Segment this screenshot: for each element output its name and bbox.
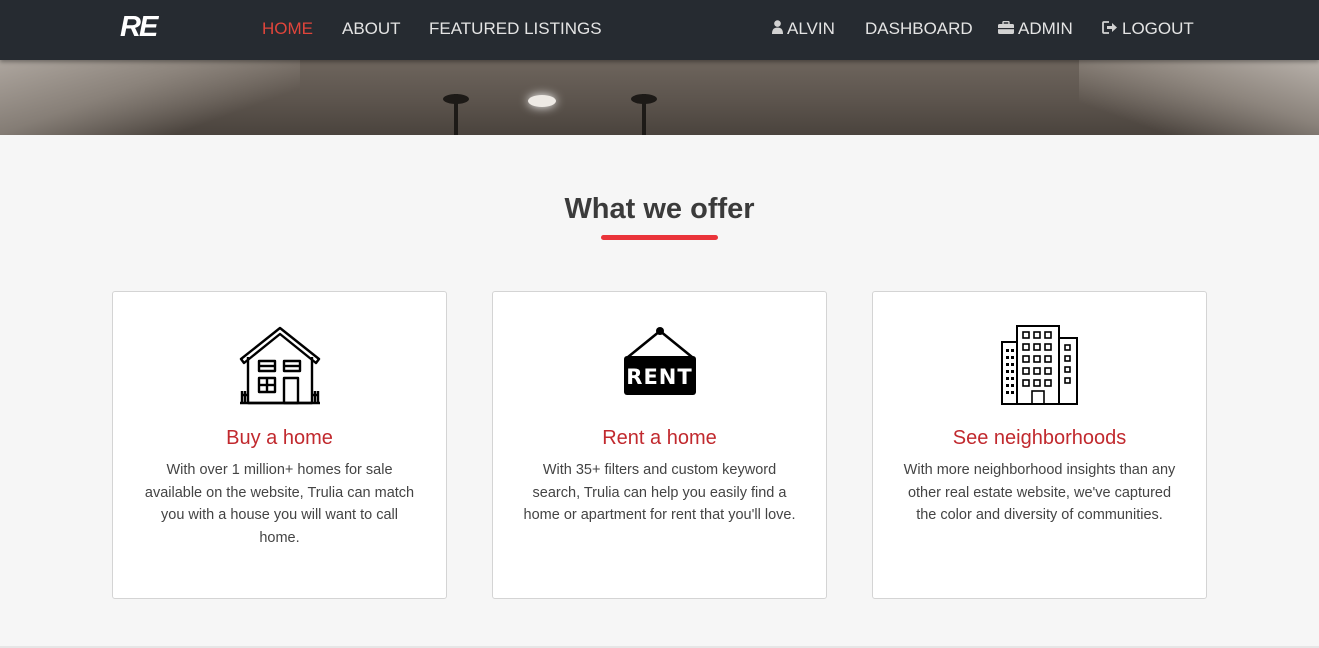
nav-item-home[interactable]: HOME: [262, 19, 313, 39]
pendant-light: [443, 94, 469, 135]
crown-moulding-right: [1079, 60, 1319, 135]
card-text: With more neighborhood insights than any…: [903, 462, 1176, 524]
pendant-light: [631, 94, 657, 135]
card-title: Rent a home: [602, 427, 717, 449]
nav-logout-label: LOGOUT: [1122, 19, 1194, 38]
house-icon: [113, 325, 446, 407]
offer-card-neighborhoods: See neighborhoods With more neighborhood…: [872, 291, 1207, 599]
nav-item-logout[interactable]: LOGOUT: [1102, 19, 1194, 39]
offer-card-buy: Buy a home With over 1 million+ homes fo…: [112, 291, 447, 599]
card-text: With over 1 million+ homes for sale avai…: [144, 462, 415, 547]
rent-sign-text: RENT: [626, 365, 693, 389]
user-icon: [772, 20, 783, 37]
buildings-icon: [873, 325, 1206, 407]
nav-item-about[interactable]: ABOUT: [342, 19, 401, 39]
nav-item-admin[interactable]: ADMIN: [998, 19, 1073, 39]
nav-item-user[interactable]: ALVIN: [772, 19, 835, 39]
nav-admin-label: ADMIN: [1018, 19, 1073, 38]
offer-card-rent: RENT Rent a home With 35+ filters and cu…: [492, 291, 827, 599]
sign-out-icon: [1102, 21, 1118, 37]
nav-item-dashboard[interactable]: DASHBOARD: [865, 19, 973, 39]
brand-logo[interactable]: RE: [120, 11, 158, 44]
title-underline: [601, 235, 718, 240]
nav-item-featured-listings[interactable]: FEATURED LISTINGS: [429, 19, 602, 39]
section-title: What we offer: [564, 193, 755, 225]
top-navbar: RE HOME ABOUT FEATURED LISTINGS ALVIN DA…: [0, 0, 1319, 60]
briefcase-icon: [998, 20, 1014, 37]
card-title: See neighborhoods: [952, 427, 1127, 449]
card-text: With 35+ filters and custom keyword sear…: [523, 462, 796, 524]
card-title: Buy a home: [226, 427, 333, 449]
ceiling-light: [528, 95, 556, 107]
crown-moulding-left: [0, 60, 300, 135]
nav-user-label: ALVIN: [787, 19, 835, 38]
